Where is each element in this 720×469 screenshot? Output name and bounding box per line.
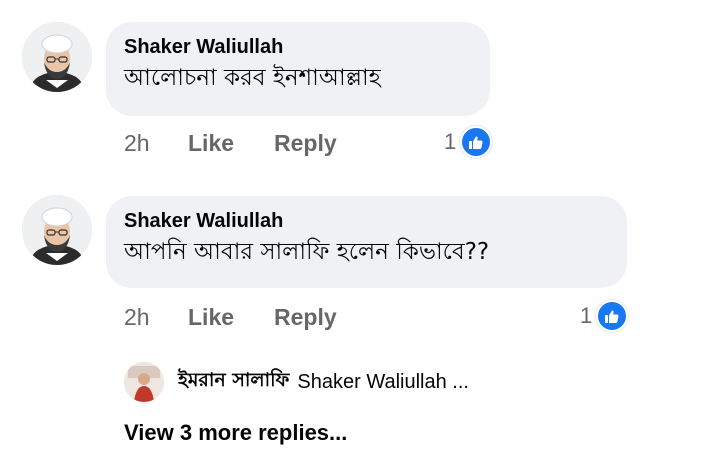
comment-bubble: Shaker Waliullah আপনি আবার সালাফি হলেন ক…	[106, 196, 627, 288]
comment-author[interactable]: Shaker Waliullah	[124, 34, 472, 60]
reaction-count-number: 1	[580, 303, 593, 328]
comment-bubble: Shaker Waliullah আলোচনা করব ইনশাআল্লাহ	[106, 22, 490, 116]
reply-button[interactable]: Reply	[274, 304, 337, 331]
comment-text: আলোচনা করব ইনশাআল্লাহ	[124, 65, 381, 91]
comment-timestamp[interactable]: 2h	[124, 130, 188, 157]
reaction-count[interactable]: 1	[580, 300, 629, 332]
reply-avatar[interactable]	[124, 362, 164, 402]
avatar[interactable]	[22, 22, 92, 92]
like-button[interactable]: Like	[188, 304, 274, 331]
comment-text: আপনি আবার সালাফি হলেন কিভাবে??	[124, 239, 490, 265]
reply-snippet: Shaker Waliullah ...	[297, 370, 469, 393]
reaction-count-number: 1	[444, 129, 457, 154]
thumbs-up-icon	[460, 126, 493, 158]
reply-button[interactable]: Reply	[274, 130, 337, 157]
comment-actions: 2h Like Reply	[124, 130, 337, 157]
reply-preview[interactable]: ইমরান সালাফি Shaker Waliullah ...	[124, 362, 469, 402]
avatar[interactable]	[22, 195, 92, 265]
comment-timestamp[interactable]: 2h	[124, 304, 188, 331]
view-more-replies-link[interactable]: View 3 more replies...	[124, 420, 347, 446]
reaction-count[interactable]: 1	[444, 126, 493, 158]
thumbs-up-icon	[596, 300, 629, 332]
comment-actions: 2h Like Reply	[124, 304, 337, 331]
comment-author[interactable]: Shaker Waliullah	[124, 208, 609, 234]
like-button[interactable]: Like	[188, 130, 274, 157]
reply-author[interactable]: ইমরান সালাফি	[178, 366, 289, 398]
